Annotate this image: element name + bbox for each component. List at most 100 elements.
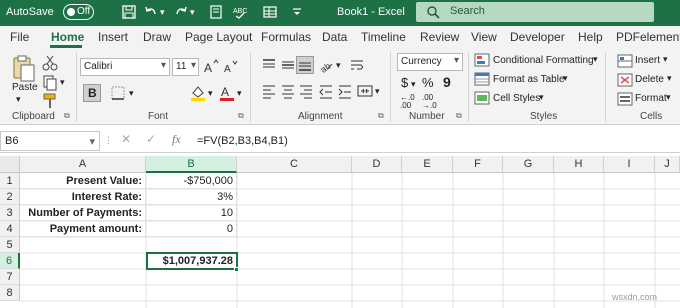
comma-style-button[interactable]: 9 <box>443 74 451 90</box>
delete-cells-dropdown-icon[interactable]: ▾ <box>667 73 672 84</box>
cell-a3[interactable]: Number of Payments: <box>20 205 146 221</box>
fill-color-dropdown-icon[interactable]: ▾ <box>208 88 213 99</box>
row-header-3[interactable]: 3 <box>0 205 20 221</box>
tab-home[interactable]: Home <box>51 30 84 44</box>
tab-insert[interactable]: Insert <box>98 30 128 44</box>
fill-color-icon[interactable] <box>189 84 207 102</box>
font-name-dropdown[interactable]: Calibri ▾ <box>80 58 170 76</box>
align-left-icon[interactable] <box>260 82 278 100</box>
align-right-icon[interactable] <box>297 82 315 100</box>
tab-formulas[interactable]: Formulas <box>261 30 311 44</box>
column-header-a[interactable]: A <box>20 156 146 173</box>
spelling-icon[interactable]: ABC <box>232 4 248 20</box>
font-size-dropdown[interactable]: 11 ▾ <box>172 58 199 76</box>
column-header-g[interactable]: G <box>503 156 554 173</box>
undo-dropdown-icon[interactable]: ▾ <box>160 7 168 23</box>
insert-cells-dropdown-icon[interactable]: ▾ <box>663 54 668 65</box>
redo-icon[interactable] <box>173 4 189 20</box>
formula-input[interactable]: =FV(B2,B3,B4,B1) <box>197 135 288 147</box>
tab-timeline[interactable]: Timeline <box>361 30 406 44</box>
column-header-e[interactable]: E <box>402 156 453 173</box>
borders-icon[interactable] <box>109 84 127 102</box>
currency-format-button[interactable]: $ <box>401 75 408 90</box>
format-painter-icon[interactable] <box>41 92 59 110</box>
middle-align-icon[interactable] <box>279 56 297 74</box>
orientation-icon[interactable]: ab <box>317 56 335 74</box>
paste-dropdown-icon[interactable]: ▾ <box>16 94 21 105</box>
currency-dropdown-icon[interactable]: ▾ <box>411 79 416 90</box>
decrease-font-icon[interactable]: A <box>222 58 240 76</box>
row-header-2[interactable]: 2 <box>0 189 20 205</box>
name-box[interactable]: B6 ▾ <box>0 131 100 151</box>
row-header-7[interactable]: 7 <box>0 269 20 285</box>
merge-dropdown-icon[interactable]: ▾ <box>375 86 380 97</box>
tab-view[interactable]: View <box>471 30 497 44</box>
cell-a4[interactable]: Payment amount: <box>20 221 146 237</box>
tab-review[interactable]: Review <box>420 30 459 44</box>
format-cells-dropdown-icon[interactable]: ▾ <box>666 92 671 103</box>
column-header-j[interactable]: J <box>655 156 680 173</box>
top-align-icon[interactable] <box>260 56 278 74</box>
format-cells-button[interactable]: Format <box>635 93 667 104</box>
increase-indent-icon[interactable] <box>336 82 354 100</box>
row-header-8[interactable]: 8 <box>0 285 20 301</box>
column-header-i[interactable]: I <box>604 156 655 173</box>
column-header-b[interactable]: B <box>146 156 237 173</box>
row-header-5[interactable]: 5 <box>0 237 20 253</box>
insert-cells-button[interactable]: Insert <box>635 55 660 66</box>
undo-icon[interactable] <box>143 4 159 20</box>
bold-button[interactable]: B <box>83 84 101 102</box>
align-center-icon[interactable] <box>279 82 297 100</box>
percent-format-button[interactable]: % <box>422 75 434 90</box>
column-header-f[interactable]: F <box>453 156 503 173</box>
cell-a2[interactable]: Interest Rate: <box>20 189 146 205</box>
save-icon[interactable] <box>121 4 137 20</box>
copy-dropdown-icon[interactable]: ▾ <box>60 77 65 88</box>
font-color-dropdown-icon[interactable]: ▾ <box>237 88 242 99</box>
tab-help[interactable]: Help <box>578 30 603 44</box>
borders-dropdown-icon[interactable]: ▾ <box>129 88 134 99</box>
paste-icon[interactable] <box>10 54 36 84</box>
column-header-h[interactable]: H <box>554 156 604 173</box>
cell-b1[interactable]: -$750,000 <box>146 173 237 189</box>
increase-decimal-button[interactable]: ←.0 .00 <box>400 94 422 110</box>
cell-styles-button[interactable]: Cell Styles <box>493 93 540 104</box>
customize-toolbar-icon[interactable] <box>289 4 305 20</box>
cell-b3[interactable]: 10 <box>146 205 237 221</box>
search-box[interactable]: Search <box>416 2 654 22</box>
fill-handle[interactable] <box>234 267 239 272</box>
cell-styles-dropdown-icon[interactable]: ▾ <box>539 92 544 103</box>
table-icon[interactable] <box>262 4 278 20</box>
print-preview-icon[interactable] <box>208 4 224 20</box>
copy-icon[interactable] <box>41 74 59 92</box>
cell-a1[interactable]: Present Value: <box>20 173 146 189</box>
format-table-dropdown-icon[interactable]: ▾ <box>563 73 568 84</box>
row-header-1[interactable]: 1 <box>0 173 20 189</box>
decrease-decimal-button[interactable]: .00 →.0 <box>422 94 444 110</box>
cell-b2[interactable]: 3% <box>146 189 237 205</box>
tab-data[interactable]: Data <box>322 30 347 44</box>
column-header-c[interactable]: C <box>237 156 352 173</box>
row-header-4[interactable]: 4 <box>0 221 20 237</box>
cancel-entry-icon[interactable]: ✕ <box>121 132 131 146</box>
clipboard-launcher-icon[interactable]: ⧉ <box>64 111 70 121</box>
select-all-button[interactable] <box>0 156 20 173</box>
confirm-entry-icon[interactable]: ✓ <box>146 132 156 146</box>
format-as-table-button[interactable]: Format as Table <box>493 74 565 85</box>
increase-font-icon[interactable]: A <box>202 58 220 76</box>
row-header-6[interactable]: 6 <box>0 253 20 269</box>
autosave-toggle[interactable]: Off <box>63 4 94 20</box>
cut-icon[interactable] <box>41 54 59 72</box>
font-launcher-icon[interactable]: ⧉ <box>238 111 244 121</box>
conditional-formatting-button[interactable]: Conditional Formatting <box>493 55 594 66</box>
column-header-d[interactable]: D <box>352 156 402 173</box>
number-format-dropdown[interactable]: Currency ▾ <box>397 53 463 71</box>
delete-cells-button[interactable]: Delete <box>635 74 664 85</box>
cell-b6[interactable]: $1,007,937.28 <box>146 252 238 270</box>
tab-developer[interactable]: Developer <box>510 30 565 44</box>
insert-function-icon[interactable]: fx <box>172 132 181 147</box>
tab-draw[interactable]: Draw <box>143 30 171 44</box>
alignment-launcher-icon[interactable]: ⧉ <box>378 111 384 121</box>
wrap-text-icon[interactable] <box>348 56 366 74</box>
redo-dropdown-icon[interactable]: ▾ <box>190 7 198 23</box>
